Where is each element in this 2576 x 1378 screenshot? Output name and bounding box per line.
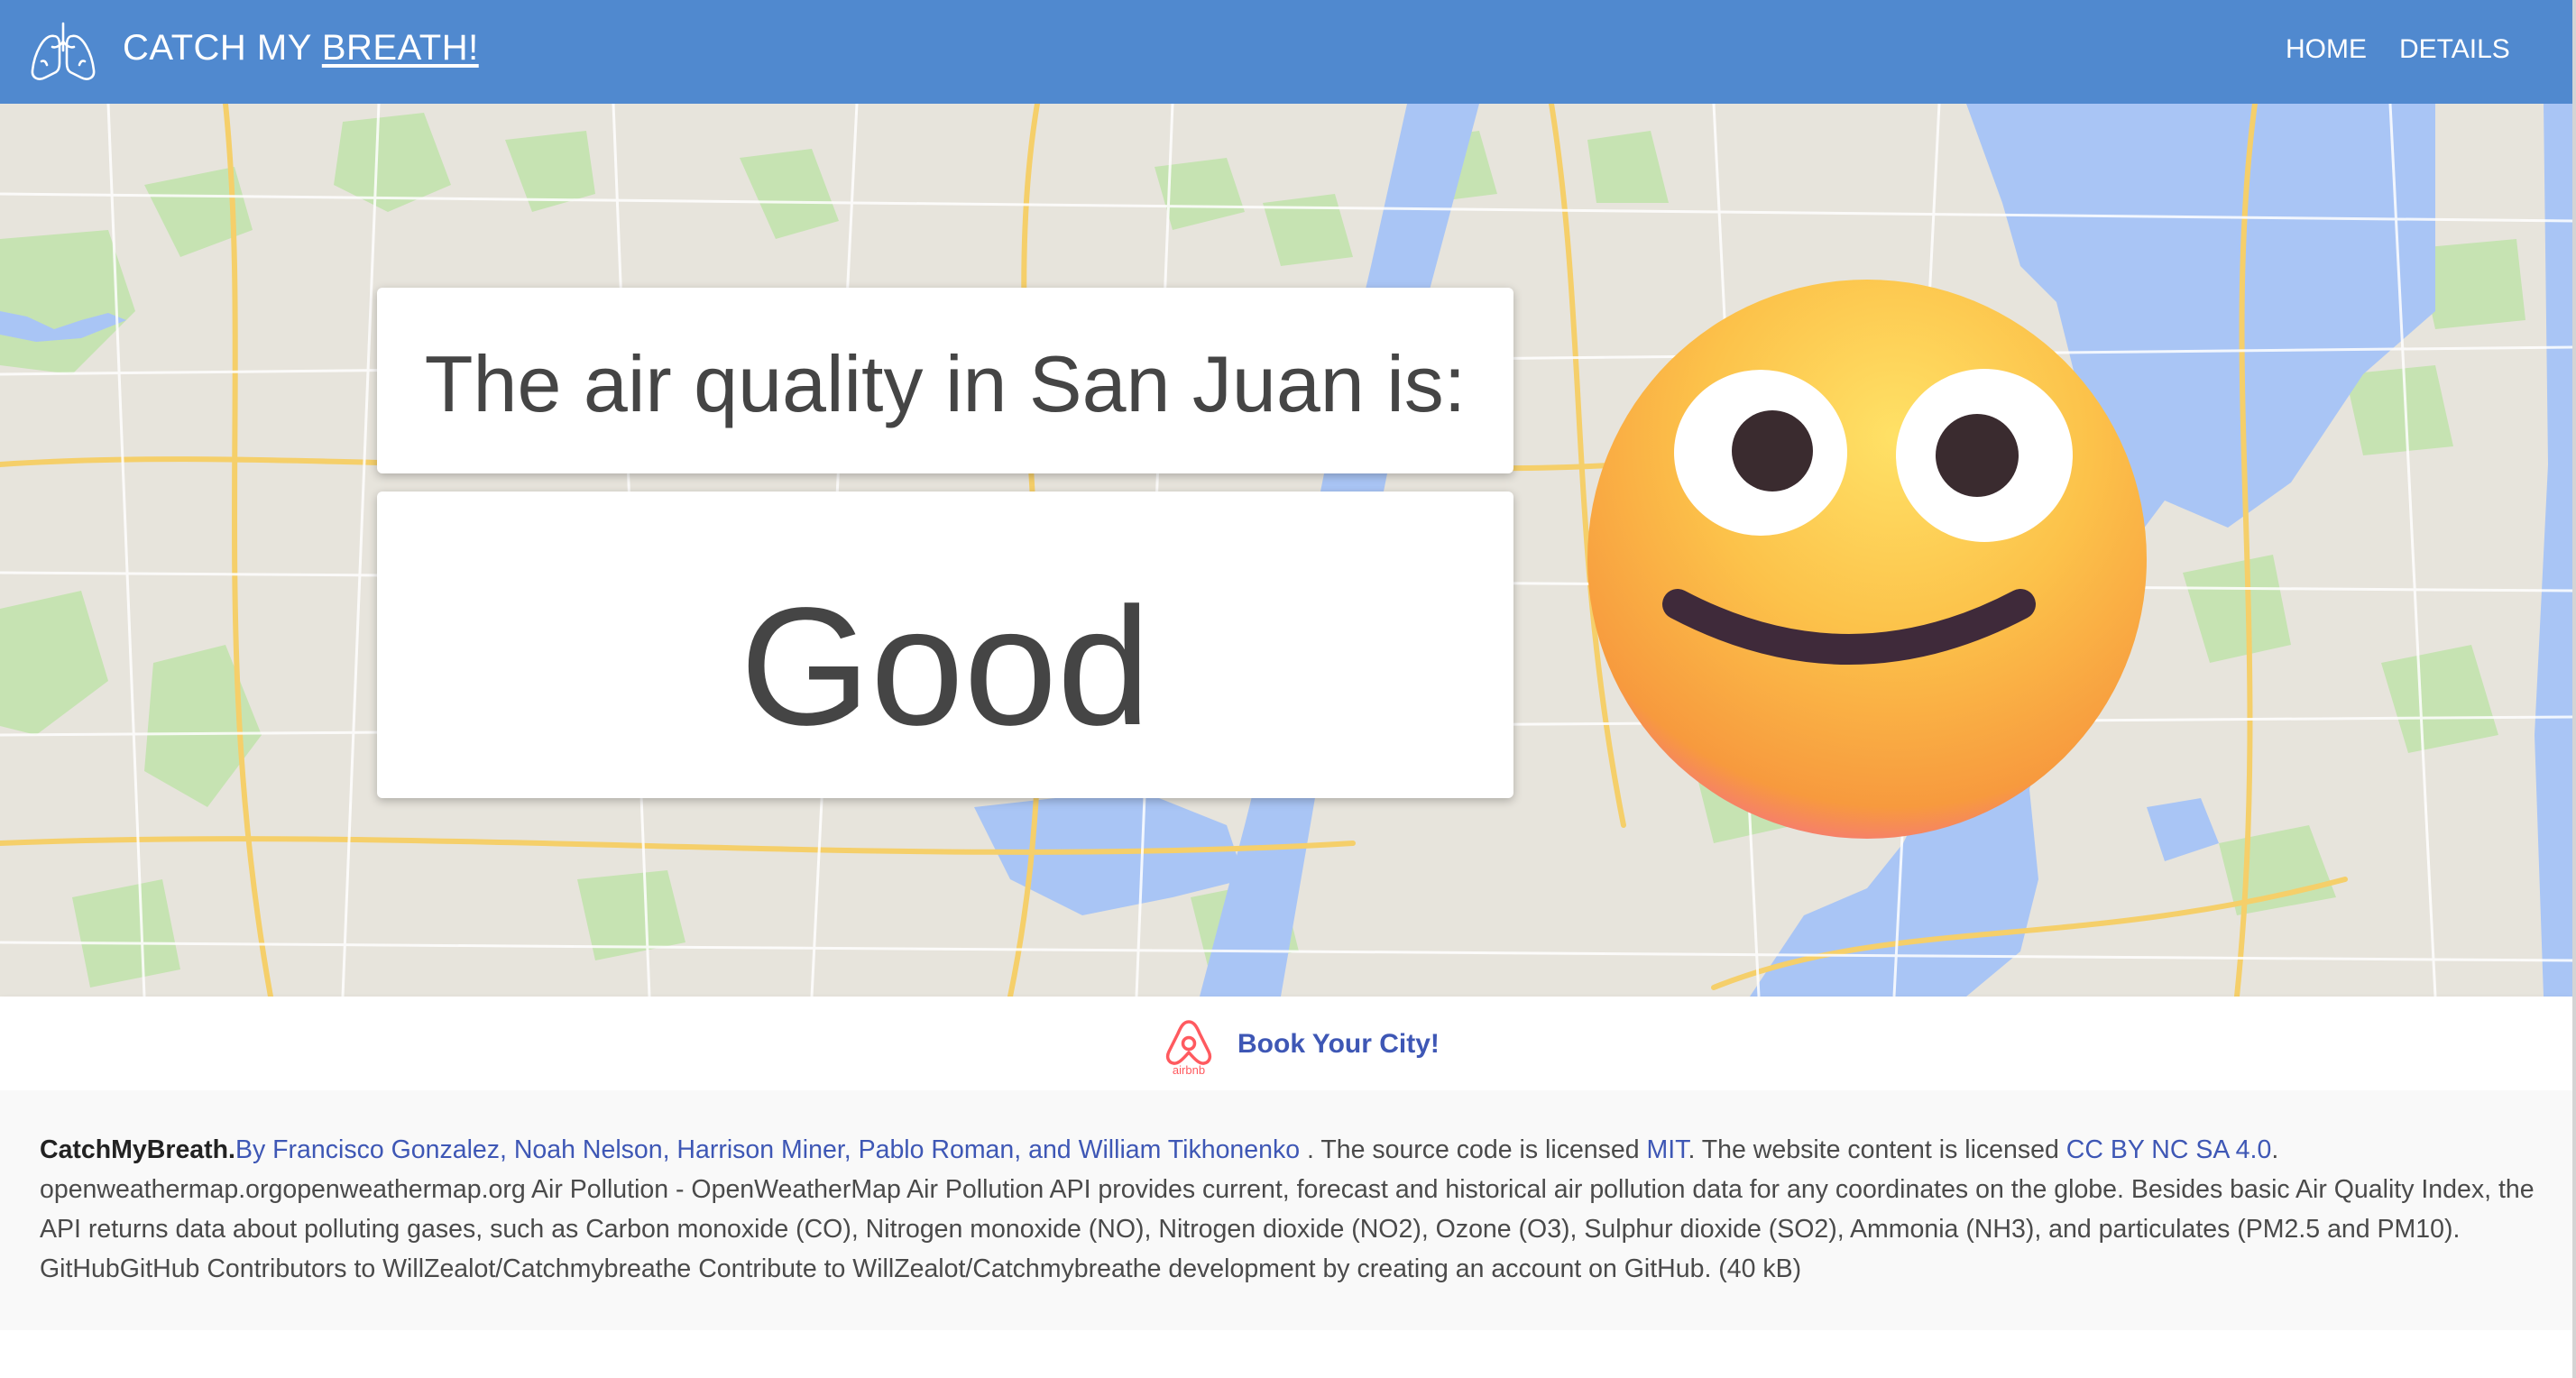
title-card: The air quality in San Juan is: [377,288,1513,473]
end-text: . [2271,1135,2279,1164]
footer-text: CatchMyBreath.By Francisco Gonzalez, Noa… [40,1130,2538,1289]
nav-home-link[interactable]: HOME [2286,34,2367,65]
booking-bar: airbnb Book Your City! [0,997,2572,1090]
airbnb-logo-text: airbnb [1173,1063,1205,1076]
brand-title[interactable]: CATCH MY BREATH! [123,28,479,69]
source-text: . The source code is licensed [1300,1135,1647,1164]
nav-details-link[interactable]: DETAILS [2399,34,2510,65]
site-name: CatchMyBreath. [40,1135,235,1164]
smiling-face-icon [1587,280,2147,839]
air-quality-title: The air quality in San Juan is: [424,339,1467,428]
footer: CatchMyBreath.By Francisco Gonzalez, Noa… [0,1090,2572,1330]
content-text: . The website content is licensed [1688,1135,2066,1164]
scrollbar[interactable] [2572,0,2576,1378]
footer-description: openweathermap.orgopenweathermap.org Air… [40,1175,2535,1283]
airbnb-logo-icon[interactable]: airbnb [1160,1016,1218,1076]
mit-license-link[interactable]: MIT [1647,1135,1688,1164]
book-your-city-link[interactable]: Book Your City! [1237,1029,1440,1060]
lungs-icon[interactable] [27,20,99,85]
cc-license-link[interactable]: CC BY NC SA 4.0 [2066,1135,2272,1164]
navbar: CATCH MY BREATH! HOME DETAILS [0,0,2572,104]
map-hero: The air quality in San Juan is: Good [0,104,2572,997]
page: CATCH MY BREATH! HOME DETAILS The air qu… [0,0,2572,1378]
brand-underlined: BREATH! [321,28,479,68]
air-quality-value: Good [740,574,1151,760]
authors-link[interactable]: By Francisco Gonzalez, Noah Nelson, Harr… [235,1135,1300,1164]
brand-prefix: CATCH MY [123,28,312,68]
quality-card: Good [377,491,1513,798]
